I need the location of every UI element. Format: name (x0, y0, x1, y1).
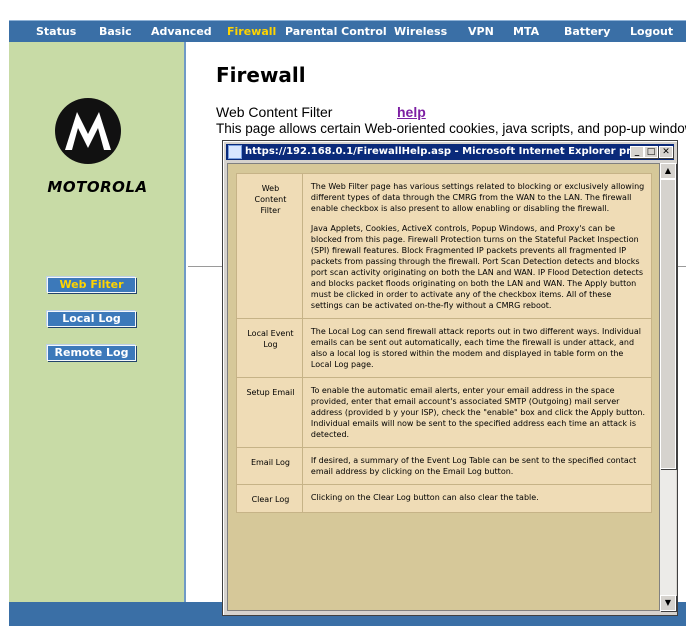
help-term: Web Content Filter (236, 173, 303, 319)
popup-title: https://192.168.0.1/FirewallHelp.asp - M… (245, 146, 674, 157)
section-title: Web Content Filter (216, 104, 333, 120)
top-nav: Status Basic Advanced Firewall Parental … (0, 0, 686, 42)
intro-text: This page allows certain Web-oriented co… (216, 121, 686, 136)
nav-item-firewall[interactable]: Firewall (227, 21, 276, 43)
nav-item-status[interactable]: Status (36, 21, 76, 43)
scrollbar-thumb[interactable] (660, 179, 676, 469)
ie-page-icon (228, 145, 242, 159)
maximize-button[interactable]: □ (644, 146, 658, 158)
nav-item-advanced[interactable]: Advanced (151, 21, 212, 43)
help-term: Email Log (236, 447, 303, 485)
help-paragraph: Clicking on the Clear Log button can als… (310, 493, 539, 502)
help-description: The Web Filter page has various settings… (301, 173, 653, 319)
help-paragraph: If desired, a summary of the Event Log T… (310, 456, 637, 476)
help-paragraph: The Web Filter page has various settings… (310, 182, 645, 213)
local-log-button[interactable]: Local Log (47, 311, 136, 327)
help-paragraph: The Local Log can send firewall attack r… (310, 327, 641, 369)
brand-name: MOTOROLA (47, 178, 148, 196)
help-description: Clicking on the Clear Log button can als… (301, 484, 653, 513)
close-button[interactable]: ✕ (659, 146, 673, 158)
motorola-logo-icon (55, 98, 121, 164)
nav-item-vpn[interactable]: VPN (468, 21, 494, 43)
scroll-up-arrow-icon[interactable]: ▲ (660, 163, 676, 179)
nav-item-basic[interactable]: Basic (99, 21, 132, 43)
nav-item-mta[interactable]: MTA (513, 21, 539, 43)
help-description: The Local Log can send firewall attack r… (301, 318, 653, 378)
help-term: Setup Email (236, 377, 303, 448)
nav-item-wireless[interactable]: Wireless (394, 21, 447, 43)
popup-title-bar[interactable]: https://192.168.0.1/FirewallHelp.asp - M… (226, 144, 674, 160)
help-term: Local Event Log (236, 318, 303, 378)
help-link[interactable]: help (397, 104, 426, 120)
help-term: Clear Log (236, 484, 303, 513)
help-paragraph: To enable the automatic email alerts, en… (310, 386, 645, 439)
remote-log-button[interactable]: Remote Log (47, 345, 136, 361)
help-description: If desired, a summary of the Event Log T… (301, 447, 653, 485)
top-nav-bar: Status Basic Advanced Firewall Parental … (9, 20, 686, 42)
help-row: Local Event Log The Local Log can send fi… (236, 318, 653, 378)
page-title: Firewall (216, 63, 306, 87)
nav-item-parental-control[interactable]: Parental Control (285, 21, 387, 43)
nav-item-logout[interactable]: Logout (630, 21, 673, 43)
help-paragraph: Java Applets, Cookies, ActiveX controls,… (310, 224, 643, 310)
divider (188, 266, 222, 267)
help-row: Clear Log Clicking on the Clear Log butto… (236, 484, 653, 513)
help-content: Web Content Filter The Web Filter page ha… (227, 163, 660, 611)
web-filter-button[interactable]: Web Filter (47, 277, 136, 293)
help-table: Web Content Filter The Web Filter page ha… (236, 173, 653, 513)
help-row: Email Log If desired, a summary of the Ev… (236, 447, 653, 485)
sidebar: MOTOROLA Web Filter Local Log Remote Log (9, 42, 186, 602)
help-row: Setup Email To enable the automatic email… (236, 377, 653, 448)
vertical-scrollbar[interactable]: ▲ ▼ (660, 163, 676, 611)
scroll-down-arrow-icon[interactable]: ▼ (660, 595, 676, 611)
help-row: Web Content Filter The Web Filter page ha… (236, 173, 653, 319)
help-description: To enable the automatic email alerts, en… (301, 377, 653, 448)
minimize-button[interactable]: _ (630, 146, 644, 158)
help-popup-window: https://192.168.0.1/FirewallHelp.asp - M… (222, 140, 678, 616)
nav-item-battery[interactable]: Battery (564, 21, 610, 43)
